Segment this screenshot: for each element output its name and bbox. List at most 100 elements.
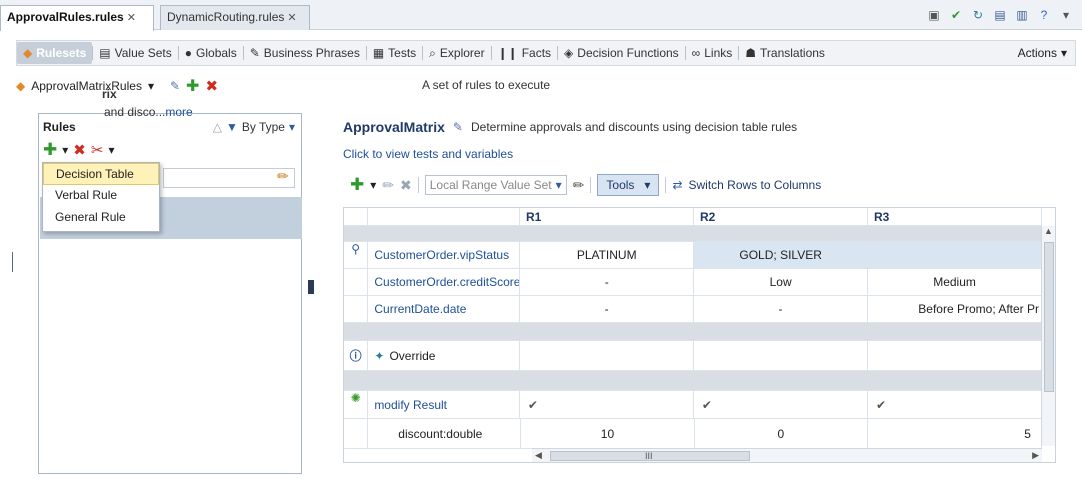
delete-rule-icon[interactable]: ✖ [73,141,86,159]
column-header-r1[interactable]: R1 [519,208,694,226]
band-cell [344,323,1042,341]
parameter-cell[interactable]: 10 [521,419,695,449]
value-set-select[interactable]: Local Range Value Set ▾ [424,175,567,195]
menu-icon[interactable]: ▾ [1058,7,1074,23]
grip-mark: III [645,451,653,461]
condition-label[interactable]: CustomerOrder.creditScore [368,269,521,296]
chevron-down-icon[interactable]: ▾ [289,120,295,134]
ruleset-name[interactable]: ApprovalMatrixRules [31,79,142,93]
refresh-icon[interactable]: ↻ [970,7,986,23]
add-rule-icon[interactable]: ✚ [43,140,57,160]
switch-rows-link[interactable]: Switch Rows to Columns [689,178,822,192]
generate-icon[interactable]: ▣ [926,7,942,23]
nav-translations[interactable]: ☗ Translations [739,42,831,64]
save-icon[interactable]: ▤ [992,7,1008,23]
menu-item-verbal-rule[interactable]: Verbal Rule [43,185,159,207]
rule-filter-input[interactable] [163,168,295,188]
add-icon[interactable]: ✚ [350,175,364,195]
nav-label: Facts [521,46,552,60]
nav-value-sets[interactable]: ▤ Value Sets [93,42,178,64]
edit-icon[interactable]: ✏ [277,168,289,185]
nav-business-phrases[interactable]: ✎ Business Phrases [244,42,366,64]
scroll-left-icon[interactable]: ◀ [535,450,542,461]
add-ruleset-icon[interactable]: ✚ [186,76,199,96]
condition-label[interactable]: CurrentDate.date [368,296,521,323]
check-icon: ✔ [527,397,538,412]
condition-cell[interactable]: PLATINUM [520,242,695,269]
column-header-r2[interactable]: R2 [693,208,868,226]
chevron-down-icon[interactable]: ▾ [62,143,68,157]
parameter-cell[interactable]: 0 [694,419,868,449]
filter-icon: ⚲ [344,242,369,269]
more-link[interactable]: more [165,105,192,119]
menu-item-general-rule[interactable]: General Rule [43,207,159,229]
menu-item-decision-table[interactable]: Decision Table [43,163,159,185]
condition-cell[interactable]: - [694,296,868,323]
condition-cell[interactable]: Low [694,269,869,296]
edit-description-icon[interactable]: ✎ [170,79,180,93]
condition-cell[interactable]: Before Promo; After Pr [867,296,1042,323]
tab-approvalrules[interactable]: ApprovalRules.rules ✕ [0,5,154,31]
nav-decision-functions[interactable]: ◈ Decision Functions [558,42,685,64]
action-cell[interactable]: ✔ [867,391,1042,419]
tools-menu-button[interactable]: Tools ▾ [597,174,660,196]
vertical-scroll-thumb[interactable] [1044,242,1054,392]
nav-rulesets[interactable]: ◆ Rulesets [17,42,93,64]
condition-cell[interactable]: GOLD; SILVER [694,242,869,269]
table-row: ⚲ CustomerOrder.vipStatus PLATINUM GOLD;… [344,242,1043,269]
actions-menu[interactable]: Actions ▾ [1012,42,1075,64]
tab-dynamicrouting[interactable]: DynamicRouting.rules ✕ [160,5,310,30]
horizontal-scroll-thumb[interactable]: III [550,451,750,461]
condition-cell[interactable]: Medium [868,269,1043,296]
view-tests-link[interactable]: Click to view tests and variables [343,147,513,161]
close-icon[interactable]: ✕ [287,12,296,24]
panel-collapse-handle[interactable] [308,280,314,294]
decision-table-description: Determine approvals and discounts using … [470,120,798,134]
chevron-down-icon: ▾ [1060,46,1067,60]
parameter-label: discount:double [368,419,522,449]
close-icon[interactable]: ✕ [127,12,136,24]
column-header-r3[interactable]: R3 [867,208,1042,226]
scroll-right-icon[interactable]: ▶ [1032,450,1039,461]
condition-cell[interactable]: - [520,269,695,296]
nav-tests[interactable]: ▦ Tests [367,42,422,64]
override-cell[interactable] [694,341,869,371]
chevron-down-icon[interactable]: ▾ [108,143,114,157]
chevron-down-icon[interactable]: ▾ [148,79,154,93]
nav-globals[interactable]: ● Globals [179,42,243,64]
action-cell[interactable]: ✔ [693,391,868,419]
edit-description-icon[interactable]: ✎ [453,120,463,134]
scroll-up-icon[interactable]: ▲ [1042,226,1055,236]
edit-value-set-icon[interactable]: ✏ [573,177,585,194]
cut-icon[interactable]: ✂ [91,141,104,159]
condition-label[interactable]: CustomerOrder.vipStatus [368,242,521,269]
condition-cell[interactable] [868,242,1043,269]
decision-table-toolbar: ✚ ▾ ✏ ✖ Local Range Value Set ▾ ✏ Tools ▾ … [350,173,821,197]
validate-check-icon[interactable]: ✔ [948,7,964,23]
delete-icon[interactable]: ✖ [400,177,412,194]
sort-ascending-icon[interactable]: △ [213,120,222,134]
action-label[interactable]: modify Result [368,391,520,419]
edit-icon[interactable]: ✏ [382,177,394,194]
condition-cell[interactable]: - [520,296,695,323]
nav-facts[interactable]: ❙❙ Facts [492,42,557,64]
action-cell[interactable]: ✔ [519,391,694,419]
sort-control[interactable]: △ ▼ By Type ▾ [213,120,295,134]
vertical-scrollbar[interactable]: ▲ [1041,226,1055,446]
save-all-icon[interactable]: ▥ [1014,7,1030,23]
override-cell[interactable] [868,341,1043,371]
gear-icon: ✺ [344,391,369,419]
parameter-cell[interactable]: 5 [867,419,1042,449]
decision-table-grid: R1 R2 R3 ⚲ CustomerOrder.vipStatus PLATI… [343,207,1056,463]
help-icon[interactable]: ? [1036,7,1052,23]
rulesets-icon: ◆ [23,46,33,60]
ruleset-icon: ◆ [16,79,26,93]
sort-descending-icon[interactable]: ▼ [226,120,238,134]
grid-corner [344,208,369,226]
horizontal-scrollbar[interactable]: ◀ III ▶ [532,448,1042,462]
delete-ruleset-icon[interactable]: ✖ [205,77,218,95]
override-cell[interactable] [520,341,695,371]
nav-links[interactable]: ∞ Links [686,42,739,64]
nav-explorer[interactable]: ⌕ Explorer [423,42,490,64]
chevron-down-icon[interactable]: ▾ [370,178,376,192]
